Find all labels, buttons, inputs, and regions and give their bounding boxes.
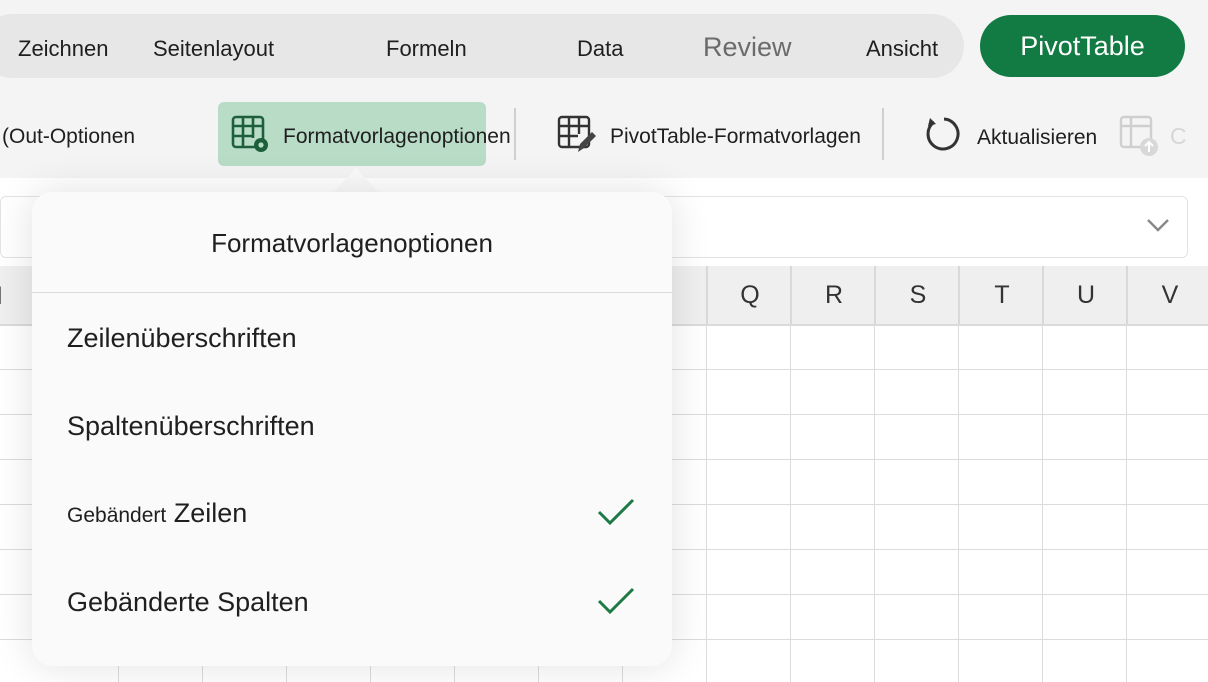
option-banded-rows-prefix: Gebändert xyxy=(67,504,167,527)
tabs-container xyxy=(0,14,964,78)
refresh-button[interactable]: Aktualisieren xyxy=(977,126,1097,150)
popover-title: Formatvorlagenoptionen xyxy=(211,228,493,258)
checkmark-icon xyxy=(597,498,635,526)
ribbon: (Out-Optionen Formatvorlagenoptionen Piv… xyxy=(0,92,1208,178)
style-options-popover: Formatvorlagenoptionen Zeilenüberschrift… xyxy=(32,192,672,666)
column-header-s[interactable]: S xyxy=(874,266,960,324)
tab-data[interactable]: Data xyxy=(577,36,623,62)
grid-col-line xyxy=(958,324,959,682)
tab-bar: Zeichnen Seitenlayout Formeln Data Revie… xyxy=(0,0,1208,92)
grid-col-line xyxy=(1126,324,1127,682)
grid-col-line xyxy=(790,324,791,682)
tab-review[interactable]: Review xyxy=(703,32,792,63)
chevron-down-icon[interactable] xyxy=(1145,215,1171,240)
faded-ribbon-label: C xyxy=(1170,123,1187,149)
table-gear-icon xyxy=(230,114,272,161)
option-banded-rows-label: Zeilen xyxy=(173,498,248,528)
style-options-label: Formatvorlagenoptionen xyxy=(283,125,511,148)
tab-formeln[interactable]: Formeln xyxy=(386,36,467,62)
grid-col-line xyxy=(706,324,707,682)
option-column-headers[interactable]: Spaltenüberschriften xyxy=(67,411,315,442)
column-header-t[interactable]: T xyxy=(958,266,1044,324)
tab-pivottable[interactable]: PivotTable xyxy=(980,15,1185,77)
popover-divider xyxy=(32,292,672,293)
refresh-icon xyxy=(924,114,964,159)
column-header-q[interactable]: Q xyxy=(706,266,792,324)
ribbon-divider xyxy=(514,108,516,160)
popover-arrow xyxy=(332,168,380,194)
grid-col-line xyxy=(1042,324,1043,682)
column-header-partial[interactable]: I xyxy=(0,282,3,311)
tab-seitenlayout[interactable]: Seitenlayout xyxy=(153,36,274,62)
column-header-u[interactable]: U xyxy=(1042,266,1128,324)
change-source-icon xyxy=(1118,114,1162,163)
column-header-r[interactable]: R xyxy=(790,266,876,324)
grid-col-line xyxy=(874,324,875,682)
checkmark-icon xyxy=(597,587,635,615)
option-row-headers[interactable]: Zeilenüberschriften xyxy=(67,323,297,354)
option-banded-columns[interactable]: Gebänderte Spalten xyxy=(67,587,309,618)
tab-ansicht[interactable]: Ansicht xyxy=(866,36,938,62)
option-banded-rows[interactable]: Gebändert Zeilen xyxy=(67,498,247,529)
table-pencil-icon xyxy=(556,114,598,161)
pivot-styles-button[interactable]: PivotTable-Formatvorlagen xyxy=(610,125,861,149)
column-header-v[interactable]: V xyxy=(1126,266,1208,324)
ribbon-divider xyxy=(882,108,884,160)
tab-zeichnen[interactable]: Zeichnen xyxy=(18,36,109,62)
layout-options-button[interactable]: (Out-Optionen xyxy=(2,125,135,149)
